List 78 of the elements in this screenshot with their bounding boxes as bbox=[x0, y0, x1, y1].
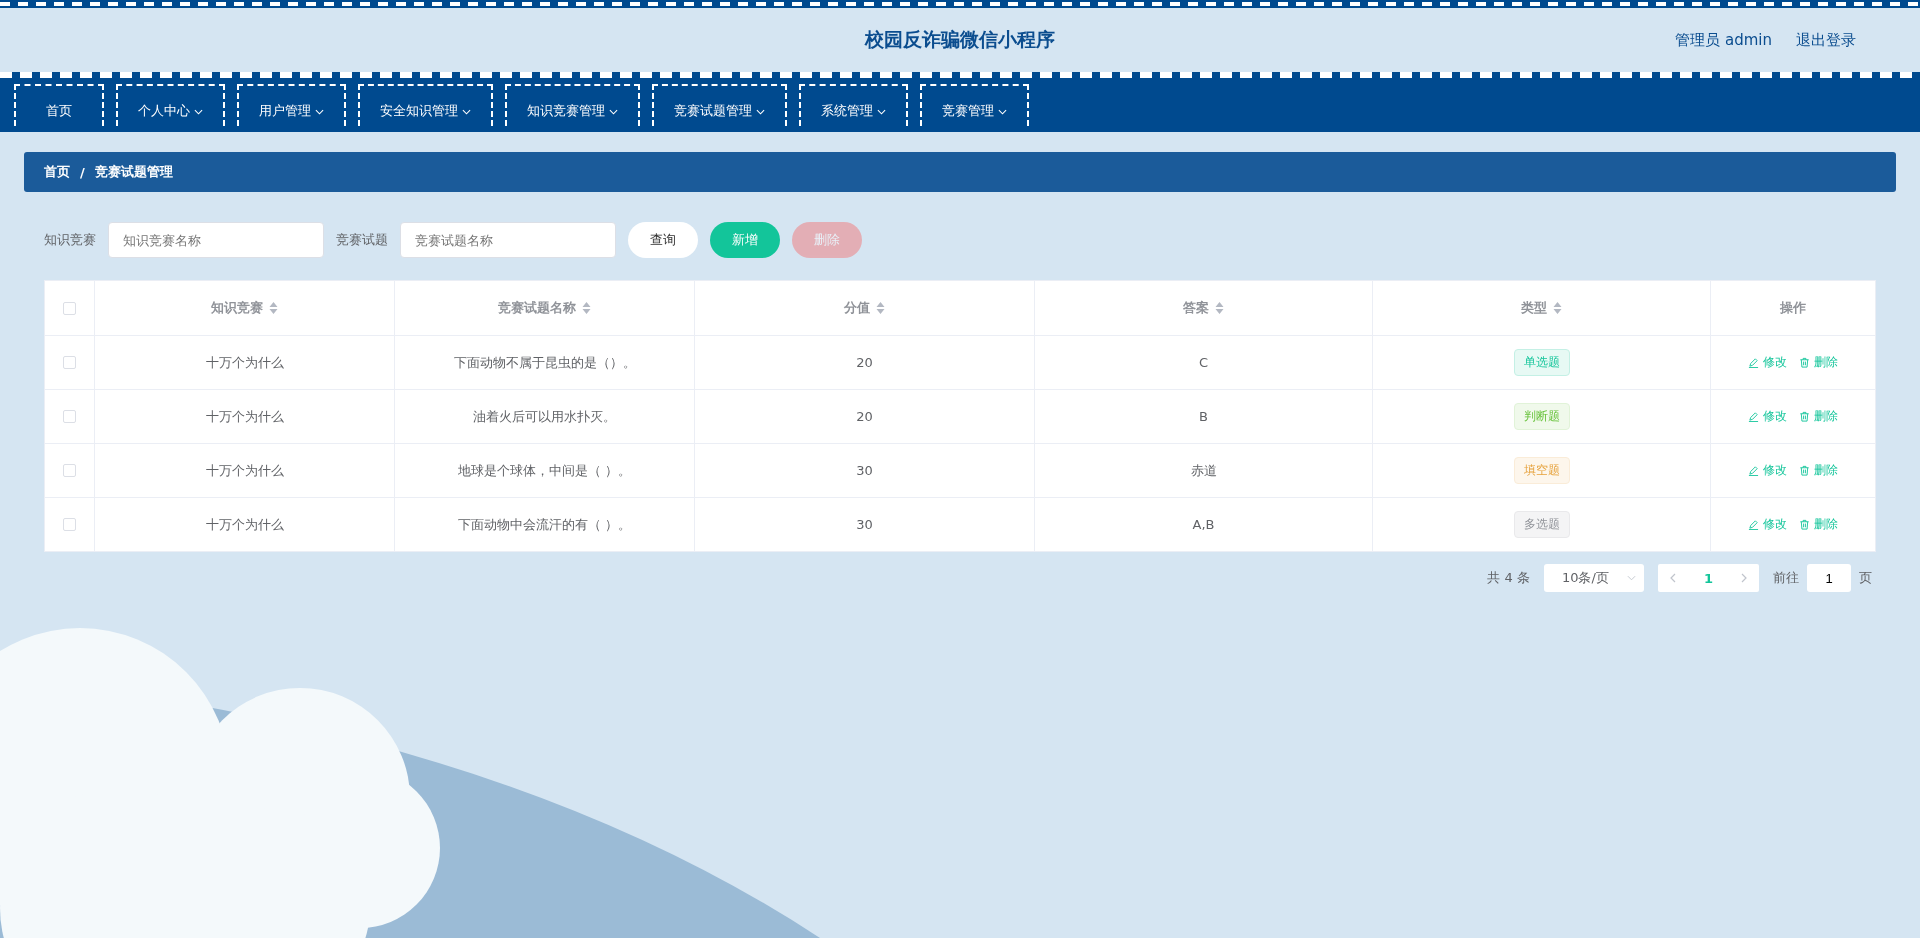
caret-icon bbox=[1626, 575, 1636, 581]
table-cell: 十万个为什么 bbox=[205, 515, 284, 534]
sort-icon[interactable] bbox=[1215, 302, 1224, 314]
table-cell: 30 bbox=[856, 463, 873, 478]
previous-page-icon[interactable] bbox=[1669, 573, 1676, 583]
total-count: 共 4 条 bbox=[1487, 569, 1530, 587]
table-cell: 赤道 bbox=[1190, 461, 1217, 480]
table-cell: 下面动物不属于昆虫的是（）。 bbox=[453, 353, 636, 372]
table-cell: 十万个为什么 bbox=[205, 407, 284, 426]
nav-tab[interactable]: 知识竞赛管理 bbox=[505, 84, 640, 126]
table-cell: 20 bbox=[856, 409, 873, 424]
table-cell: 30 bbox=[856, 517, 873, 532]
table-cell: A,B bbox=[1192, 517, 1215, 532]
nav-tab[interactable]: 竞赛管理 bbox=[920, 84, 1029, 126]
caret-icon bbox=[877, 109, 886, 115]
breadcrumb-separator: / bbox=[80, 164, 85, 180]
table-cell: 油着火后可以用水扑灭。 bbox=[473, 407, 616, 426]
sort-icon[interactable] bbox=[269, 302, 278, 314]
row-checkbox[interactable] bbox=[63, 518, 76, 531]
nav-tab[interactable]: 系统管理 bbox=[799, 84, 908, 126]
caret-icon bbox=[998, 109, 1007, 115]
sort-icon[interactable] bbox=[582, 302, 591, 314]
search-field[interactable]: 知识竞赛名称 bbox=[108, 222, 324, 258]
sort-icon[interactable] bbox=[876, 302, 885, 314]
search-field[interactable]: 竞赛试题名称 bbox=[400, 222, 616, 258]
page-size-select[interactable]: 10条/页 bbox=[1543, 564, 1644, 592]
caret-icon bbox=[315, 109, 324, 115]
nav-tab[interactable]: 用户管理 bbox=[237, 84, 346, 126]
table-cell: 20 bbox=[856, 355, 873, 370]
table-cell: 十万个为什么 bbox=[205, 353, 284, 372]
pencil-icon bbox=[1748, 519, 1759, 530]
column-header: 类型 bbox=[1521, 299, 1547, 317]
table-cell: 下面动物中会流汗的有（ ）。 bbox=[457, 515, 632, 534]
caret-icon bbox=[756, 109, 765, 115]
select-all-checkbox[interactable] bbox=[63, 301, 76, 315]
user-label: 管理员 admin bbox=[1675, 30, 1772, 50]
table-cell: 地球是个球体，中间是（ ）。 bbox=[457, 461, 632, 480]
type-tag: 多选题 bbox=[1513, 511, 1570, 538]
pencil-icon bbox=[1748, 411, 1759, 422]
column-header: 分值 bbox=[844, 299, 870, 317]
goto-label: 前往 bbox=[1773, 569, 1799, 587]
caret-icon bbox=[609, 109, 618, 115]
table-cell: B bbox=[1199, 409, 1208, 424]
sort-icon[interactable] bbox=[1553, 302, 1562, 314]
filter-label: 知识竞赛 bbox=[44, 231, 96, 249]
type-tag: 判断题 bbox=[1513, 403, 1570, 430]
row-checkbox[interactable] bbox=[63, 410, 76, 423]
column-header: 竞赛试题名称 bbox=[498, 299, 576, 317]
nav-tab[interactable]: 安全知识管理 bbox=[358, 84, 493, 126]
trash-icon bbox=[1799, 519, 1810, 530]
row-checkbox[interactable] bbox=[63, 464, 76, 477]
caret-icon bbox=[194, 109, 203, 115]
logout-link[interactable]: 退出登录 bbox=[1796, 30, 1856, 50]
nav-tab[interactable]: 首页 bbox=[14, 84, 104, 126]
table-cell: C bbox=[1198, 355, 1209, 370]
trash-icon bbox=[1799, 411, 1810, 422]
page-suffix: 页 bbox=[1859, 569, 1872, 587]
row-checkbox[interactable] bbox=[63, 356, 76, 369]
next-page-icon[interactable] bbox=[1741, 573, 1747, 583]
trash-icon bbox=[1799, 465, 1810, 476]
goto-page-field[interactable]: 1 bbox=[1807, 564, 1851, 592]
filter-label: 竞赛试题 bbox=[336, 231, 388, 249]
type-tag: 单选题 bbox=[1513, 349, 1570, 376]
breadcrumb-item[interactable]: 首页 bbox=[44, 163, 70, 181]
nav-tab[interactable]: 竞赛试题管理 bbox=[652, 84, 787, 126]
column-header: 操作 bbox=[1780, 299, 1806, 317]
action-button[interactable]: 查询 bbox=[628, 222, 698, 258]
column-header: 答案 bbox=[1183, 299, 1209, 317]
table-cell: 十万个为什么 bbox=[205, 461, 284, 480]
app-title: 校园反诈骗微信小程序 bbox=[865, 27, 1055, 52]
breadcrumb-item: 竞赛试题管理 bbox=[94, 163, 173, 181]
pencil-icon bbox=[1748, 465, 1759, 476]
type-tag: 填空题 bbox=[1513, 457, 1570, 484]
pencil-icon bbox=[1748, 357, 1759, 368]
trash-icon bbox=[1799, 357, 1810, 368]
column-header: 知识竞赛 bbox=[211, 299, 263, 317]
caret-icon bbox=[462, 109, 471, 115]
nav-tab[interactable]: 个人中心 bbox=[116, 84, 225, 126]
